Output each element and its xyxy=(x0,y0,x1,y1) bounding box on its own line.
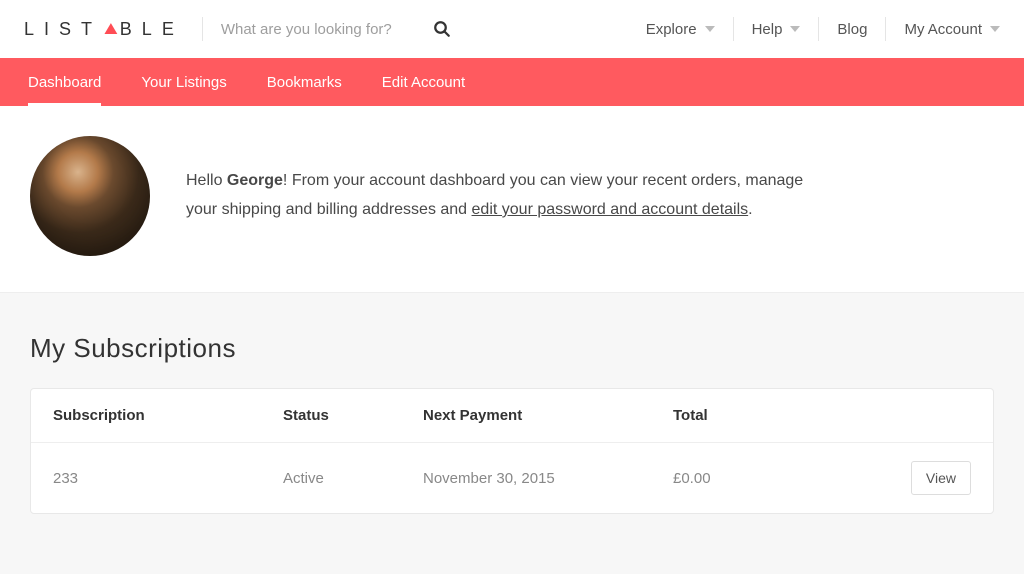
logo-text-post: BLE xyxy=(120,19,184,40)
top-bar: LIST▲BLE Explore Help Blog My Account xyxy=(0,0,1024,58)
welcome-text: Hello George! From your account dashboar… xyxy=(186,167,826,225)
welcome-hello: Hello xyxy=(186,172,227,189)
divider xyxy=(733,17,734,41)
col-subscription: Subscription xyxy=(53,407,283,424)
logo-text-pre: LIST xyxy=(24,19,102,40)
nav-explore[interactable]: Explore xyxy=(646,21,715,38)
logo-accent: ▲ xyxy=(100,17,122,39)
nav-explore-label: Explore xyxy=(646,21,697,38)
tab-dashboard-label: Dashboard xyxy=(28,74,101,91)
caret-down-icon xyxy=(790,24,800,34)
col-status: Status xyxy=(283,407,423,424)
cell-subscription-id: 233 xyxy=(53,470,283,487)
nav-help-label: Help xyxy=(752,21,783,38)
avatar xyxy=(30,136,150,256)
nav-help[interactable]: Help xyxy=(752,21,801,38)
divider xyxy=(818,17,819,41)
nav-my-account-label: My Account xyxy=(904,21,982,38)
caret-down-icon xyxy=(990,24,1000,34)
table-head: Subscription Status Next Payment Total xyxy=(31,389,993,443)
site-logo[interactable]: LIST▲BLE xyxy=(24,16,184,42)
nav-blog[interactable]: Blog xyxy=(837,21,867,38)
search-input[interactable] xyxy=(221,21,421,38)
tab-dashboard[interactable]: Dashboard xyxy=(28,58,101,106)
welcome-username: George xyxy=(227,172,283,189)
cell-status: Active xyxy=(283,470,423,487)
cell-next-payment: November 30, 2015 xyxy=(423,470,673,487)
table-row: 233 Active November 30, 2015 £0.00 View xyxy=(31,443,993,513)
tab-edit-account[interactable]: Edit Account xyxy=(382,58,465,106)
col-next-payment: Next Payment xyxy=(423,407,673,424)
tab-edit-account-label: Edit Account xyxy=(382,74,465,91)
subscriptions-section: My Subscriptions Subscription Status Nex… xyxy=(0,292,1024,574)
welcome-panel: Hello George! From your account dashboar… xyxy=(0,106,1024,292)
nav-blog-label: Blog xyxy=(837,21,867,38)
welcome-period: . xyxy=(748,201,752,218)
tab-your-listings[interactable]: Your Listings xyxy=(141,58,226,106)
tab-your-listings-label: Your Listings xyxy=(141,74,226,91)
subscriptions-table: Subscription Status Next Payment Total 2… xyxy=(30,388,994,514)
cell-total: £0.00 xyxy=(673,470,891,487)
search-wrap xyxy=(221,20,451,38)
search-icon[interactable] xyxy=(433,20,451,38)
divider xyxy=(202,17,203,41)
section-title: My Subscriptions xyxy=(30,333,994,364)
divider xyxy=(885,17,886,41)
top-nav: Explore Help Blog My Account xyxy=(646,17,1000,41)
col-total: Total xyxy=(673,407,891,424)
cell-actions: View xyxy=(891,461,971,495)
edit-account-details-link[interactable]: edit your password and account details xyxy=(472,201,749,218)
tab-bookmarks[interactable]: Bookmarks xyxy=(267,58,342,106)
nav-my-account[interactable]: My Account xyxy=(904,21,1000,38)
tab-bookmarks-label: Bookmarks xyxy=(267,74,342,91)
view-button[interactable]: View xyxy=(911,461,971,495)
account-tabs: Dashboard Your Listings Bookmarks Edit A… xyxy=(0,58,1024,106)
caret-down-icon xyxy=(705,24,715,34)
